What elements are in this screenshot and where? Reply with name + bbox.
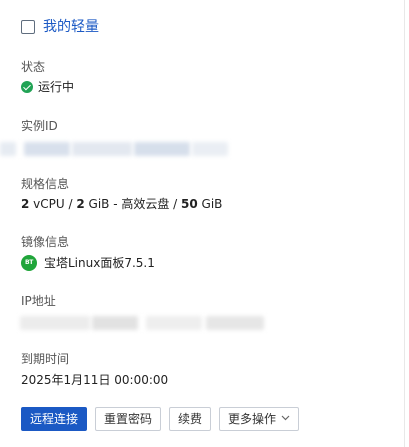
instance-card: 我的轻量 状态 运行中 实例ID 规格信息 2 vCPU / 2 GiB - 高… — [0, 0, 405, 447]
select-checkbox[interactable] — [21, 20, 35, 34]
chevron-down-icon — [281, 408, 290, 430]
instance-id-label: 实例ID — [21, 119, 58, 133]
disk-unit: GiB — [197, 197, 223, 211]
image-label: 镜像信息 — [21, 235, 70, 249]
card-header: 我的轻量 — [21, 17, 99, 37]
check-circle-icon — [21, 81, 33, 93]
bt-panel-icon: BT — [21, 255, 37, 271]
action-buttons: 远程连接 重置密码 续费 更多操作 — [21, 407, 300, 431]
more-actions-label: 更多操作 — [228, 412, 277, 426]
spec-label: 规格信息 — [21, 177, 70, 191]
mem-unit: GiB - 高效云盘 / — [84, 197, 182, 211]
image-text: 宝塔Linux面板7.5.1 — [44, 256, 155, 270]
mem-size: 2 — [76, 197, 85, 211]
spec-value: 2 vCPU / 2 GiB - 高效云盘 / 50 GiB — [21, 196, 222, 212]
remote-connect-button[interactable]: 远程连接 — [21, 407, 88, 431]
status-value: 运行中 — [21, 79, 74, 95]
status-label: 状态 — [21, 60, 46, 74]
expire-value: 2025年1月11日 00:00:00 — [21, 373, 169, 387]
instance-title-link[interactable]: 我的轻量 — [43, 17, 99, 37]
expire-label: 到期时间 — [21, 352, 70, 366]
more-actions-button[interactable]: 更多操作 — [219, 407, 300, 431]
cpu-count: 2 — [21, 197, 30, 211]
reset-password-button[interactable]: 重置密码 — [95, 407, 162, 431]
status-text: 运行中 — [38, 80, 75, 94]
renew-button[interactable]: 续费 — [169, 407, 212, 431]
cpu-unit: vCPU / — [29, 197, 77, 211]
disk-size: 50 — [181, 197, 198, 211]
ip-label: IP地址 — [21, 294, 56, 308]
image-value: BT 宝塔Linux面板7.5.1 — [21, 255, 155, 271]
